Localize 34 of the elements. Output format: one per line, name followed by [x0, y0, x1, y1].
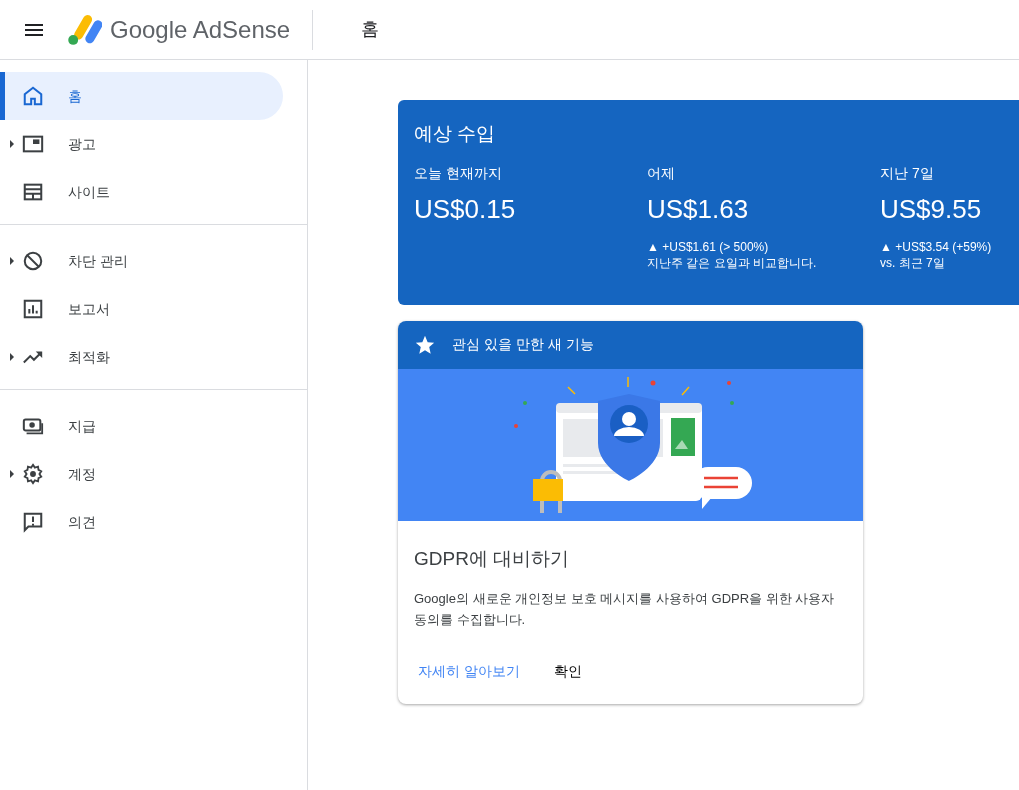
card-description: Google의 새로운 개인정보 보호 메시지를 사용하여 GDPR을 위한 사용자 동의를 수집합니다. — [414, 590, 836, 630]
block-icon — [22, 250, 44, 272]
product-name: Google AdSense — [110, 14, 291, 45]
metric-label: 지난 7일 — [880, 163, 935, 183]
change-text: ▲ +US$3.54 (+59%) — [880, 238, 993, 255]
change-text: ▲ +US$1.61 (> 500%) — [647, 238, 770, 255]
comparison-note: 지난주 같은 요일과 비교합니다. — [647, 254, 818, 271]
ad-frame-icon — [22, 133, 44, 155]
metric-value: US$9.55 — [880, 192, 983, 226]
comparison-note: vs. 최근 7일 — [880, 254, 946, 271]
card-title: GDPR에 대비하기 — [414, 546, 571, 571]
metric-value: US$0.15 — [414, 192, 517, 226]
sidebar-item[interactable]: 보고서 — [0, 285, 283, 333]
sidebar-item[interactable]: 계정 — [0, 450, 283, 498]
sidebar-item[interactable]: 의견 — [0, 498, 283, 546]
metric-value: US$1.63 — [647, 192, 750, 226]
card-header-title: 관심 있을 만한 새 기능 — [452, 335, 594, 355]
sidebar-item[interactable]: 사이트 — [0, 168, 283, 216]
bar-chart-icon — [22, 298, 44, 320]
sidebar-item[interactable]: 지급 — [0, 402, 283, 450]
confirm-button[interactable]: 확인 — [549, 654, 586, 688]
home-icon — [22, 85, 44, 107]
sidebar-item[interactable]: 광고 — [0, 120, 283, 168]
page-title: 홈 — [361, 18, 380, 41]
layout-icon — [22, 181, 44, 203]
metric-label: 어제 — [647, 163, 676, 183]
sidebar-item[interactable]: 홈 — [0, 72, 283, 120]
feedback-icon — [22, 511, 44, 533]
sidebar-item[interactable]: 최적화 — [0, 333, 283, 381]
metric-label: 오늘 현재까지 — [414, 163, 503, 183]
sidebar-item[interactable]: 차단 관리 — [0, 237, 283, 285]
settings-icon — [22, 463, 44, 485]
learn-more-link[interactable]: 자세히 알아보기 — [414, 654, 524, 688]
card-title: 예상 수입 — [414, 122, 497, 146]
